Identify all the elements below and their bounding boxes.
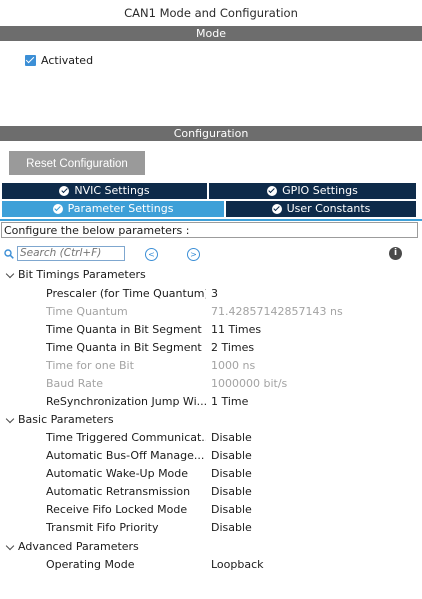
param-name: Automatic Retransmission [46,485,191,498]
group-bit-timings[interactable]: Bit Timings Parameters [0,266,422,284]
param-value: 1000000 bit/s [211,377,288,390]
group-basic-parameters[interactable]: Basic Parameters [0,411,422,429]
tab-label: User Constants [286,202,371,215]
search-bar [4,245,129,262]
search-previous-icon[interactable]: < [145,248,158,261]
search-icon [4,248,14,259]
param-value[interactable]: Disable [211,429,252,447]
param-value[interactable]: Disable [211,501,252,519]
tab-underline [0,219,422,221]
param-value[interactable]: Disable [211,465,252,483]
tab-label: Parameter Settings [67,202,174,215]
configuration-section-header: Configuration [0,126,422,141]
chevron-down-icon[interactable] [5,541,15,550]
param-value[interactable]: Loopback [211,556,264,574]
param-row: Time Quantum 71.42857142857143 ns [0,303,422,321]
param-name: Transmit Fifo Priority [46,521,159,534]
activated-label: Activated [41,54,94,67]
param-row[interactable]: Receive Fifo Locked Mode Disable [0,501,422,519]
param-row[interactable]: Time Quanta in Bit Segment 2 2 Times [0,339,422,357]
param-value[interactable]: 11 Times [211,321,261,339]
param-name: Prescaler (for Time Quantum) [46,287,206,300]
param-name: ReSynchronization Jump Wi... [46,395,206,408]
tab-parameter-settings[interactable]: Parameter Settings [2,201,224,217]
tab-user-constants[interactable]: User Constants [226,201,416,217]
param-value: 71.42857142857143 ns [211,305,343,318]
param-value[interactable]: 2 Times [211,339,254,357]
param-row[interactable]: Automatic Bus-Off Manage... Disable [0,447,422,465]
param-value[interactable]: Disable [211,483,252,501]
param-row: Time for one Bit 1000 ns [0,357,422,375]
checkbox-checked-icon[interactable] [25,55,36,66]
param-row: Baud Rate 1000000 bit/s [0,375,422,393]
param-name: Time Quanta in Bit Segment 1 [46,323,206,336]
param-name: Time Quanta in Bit Segment 2 [46,341,206,354]
param-row[interactable]: Automatic Retransmission Disable [0,483,422,501]
param-row[interactable]: Time Triggered Communicat... Disable [0,429,422,447]
param-name: Automatic Bus-Off Manage... [46,449,205,462]
check-circle-icon [267,186,278,196]
param-name: Time Triggered Communicat... [46,431,206,444]
param-row[interactable]: ReSynchronization Jump Wi... 1 Time [0,393,422,411]
reset-configuration-button[interactable]: Reset Configuration [9,151,145,175]
activated-checkbox[interactable]: Activated [25,54,93,67]
param-value: 1000 ns [211,359,256,372]
search-input[interactable] [17,246,125,261]
param-row[interactable]: Time Quanta in Bit Segment 1 11 Times [0,321,422,339]
param-name: Automatic Wake-Up Mode [46,467,189,480]
group-advanced-parameters[interactable]: Advanced Parameters [0,538,422,556]
param-row[interactable]: Operating Mode Loopback [0,556,422,574]
param-value[interactable]: 1 Time [211,393,248,411]
check-circle-icon [52,204,63,214]
param-name: Operating Mode [46,558,135,571]
group-label: Bit Timings Parameters [18,268,146,281]
tab-nvic-settings[interactable]: NVIC Settings [2,183,207,199]
group-label: Advanced Parameters [18,540,139,553]
param-row[interactable]: Automatic Wake-Up Mode Disable [0,465,422,483]
tab-label: GPIO Settings [282,184,358,197]
info-icon[interactable]: i [389,247,402,260]
group-label: Basic Parameters [18,413,114,426]
param-value[interactable]: Disable [211,519,252,537]
check-circle-icon [59,186,70,196]
param-row[interactable]: Transmit Fifo Priority Disable [0,519,422,537]
check-circle-icon [271,204,282,214]
configure-hint: Configure the below parameters : [1,222,418,238]
param-name: Receive Fifo Locked Mode [46,503,188,516]
tab-label: NVIC Settings [74,184,150,197]
chevron-down-icon[interactable] [5,414,15,423]
param-row[interactable]: Prescaler (for Time Quantum) 3 [0,285,422,303]
param-value[interactable]: Disable [211,447,252,465]
param-name: Baud Rate [46,377,103,390]
tab-gpio-settings[interactable]: GPIO Settings [209,183,416,199]
mode-section-header: Mode [0,26,422,41]
chevron-down-icon[interactable] [5,269,15,278]
param-value[interactable]: 3 [211,285,218,303]
param-name: Time Quantum [46,305,128,318]
search-next-icon[interactable]: > [187,248,200,261]
window-title: CAN1 Mode and Configuration [124,6,298,20]
param-name: Time for one Bit [46,359,134,372]
